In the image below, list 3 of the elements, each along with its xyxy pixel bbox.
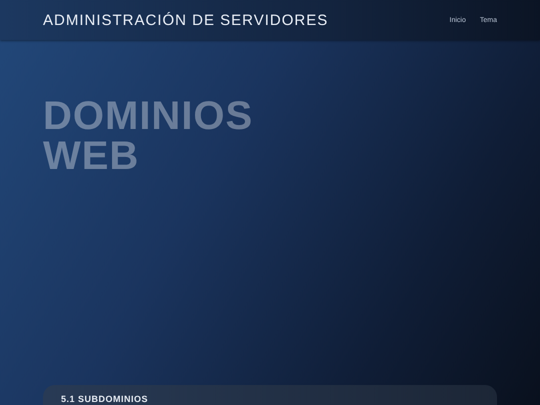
- section-heading: 5.1 SUBDOMINIOS: [61, 394, 150, 405]
- page-heading: DOMINIOS WEB: [43, 96, 254, 176]
- site-title: ADMINISTRACIÓN DE SERVIDORES: [43, 12, 328, 28]
